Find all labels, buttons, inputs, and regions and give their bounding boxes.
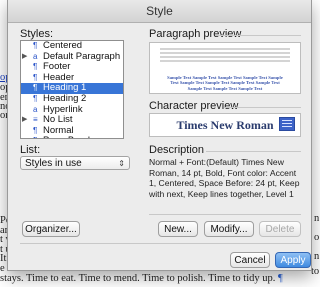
style-type-icon: ≡ bbox=[33, 115, 38, 125]
character-preview-text: Times New Roman bbox=[176, 118, 274, 132]
divider bbox=[215, 35, 301, 36]
style-type-icon: a bbox=[33, 51, 38, 61]
style-list-item-label: Centered bbox=[43, 40, 83, 51]
paragraph-preview-box: Sample Text Sample Text Sample Text Samp… bbox=[149, 42, 301, 94]
style-list-item-label: Hyperlink bbox=[43, 103, 83, 115]
style-type-icon: ¶ bbox=[33, 136, 43, 138]
style-list-item-label: No List bbox=[43, 114, 73, 126]
style-list-item-label: Footer bbox=[43, 61, 71, 73]
character-preview-box: Times New Roman bbox=[149, 113, 301, 137]
modify-style-button[interactable]: Modify... bbox=[204, 221, 254, 237]
style-type-icon: ¶ bbox=[33, 93, 38, 103]
style-list-item[interactable]: ¶Page Break bbox=[21, 135, 123, 138]
styles-list[interactable]: ¶ Centered ▶ a Default Paragraph Font ¶ Footer… bbox=[20, 40, 124, 139]
style-list-item-label: Header bbox=[43, 71, 75, 83]
cancel-button[interactable]: Cancel bbox=[230, 252, 270, 268]
divider bbox=[20, 243, 301, 244]
style-list-item-label: Default Paragraph Font bbox=[43, 50, 123, 62]
list-label: List: bbox=[20, 144, 41, 156]
organizer-button[interactable]: Organizer... bbox=[22, 221, 80, 237]
list-filter-select[interactable]: Styles in use ⇕ bbox=[20, 156, 130, 170]
pilcrow-icon: ¶ bbox=[278, 273, 283, 284]
apply-button[interactable]: Apply bbox=[275, 252, 311, 268]
doc-fragment: n bbox=[314, 213, 320, 224]
style-type-icon: ¶ bbox=[33, 72, 38, 82]
style-list-item-label: Heading 1 bbox=[43, 82, 87, 94]
delete-style-button[interactable]: Delete bbox=[259, 221, 301, 237]
new-style-button[interactable]: New... bbox=[158, 221, 198, 237]
divider bbox=[149, 214, 301, 215]
divider bbox=[224, 107, 301, 108]
select-chevron-icon: ⇕ bbox=[118, 159, 125, 168]
doc-last-line: stays. Time to eat. Time to mend. Time t… bbox=[0, 273, 320, 284]
divider bbox=[206, 151, 301, 152]
paragraph-preview-label: Paragraph preview bbox=[149, 28, 242, 40]
style-type-icon: ¶ bbox=[33, 41, 38, 50]
character-preview-label: Character preview bbox=[149, 100, 239, 112]
style-dialog: Style Styles: ¶ Centered ▶ a Default Paragra… bbox=[7, 0, 312, 271]
disclosure-triangle-icon[interactable]: ▶ bbox=[22, 115, 27, 126]
preview-heading-sample: Sample Text Sample Text Sample Text Samp… bbox=[167, 75, 283, 91]
style-list-item[interactable]: ▶ a Default Paragraph Font bbox=[21, 50, 123, 63]
dialog-title[interactable]: Style bbox=[8, 0, 311, 23]
styles-label: Styles: bbox=[20, 28, 54, 40]
description-label: Description bbox=[149, 144, 205, 156]
doc-fragment: o bbox=[314, 232, 320, 243]
doc-fragment: n bbox=[314, 251, 320, 262]
style-list-item-label: Heading 2 bbox=[43, 92, 87, 104]
list-filter-value: Styles in use bbox=[25, 158, 82, 169]
style-type-icon: ¶ bbox=[33, 125, 38, 135]
disclosure-triangle-icon[interactable]: ▶ bbox=[22, 52, 27, 63]
style-list-item-label: Page Break bbox=[43, 135, 93, 138]
style-list-item-label: Normal bbox=[43, 124, 74, 136]
preview-previous-paragraph-lines bbox=[160, 46, 290, 64]
doc-last-line-text: stays. Time to eat. Time to mend. Time t… bbox=[0, 273, 276, 284]
description-text: Normal + Font:(Default) Times New Roman,… bbox=[149, 157, 300, 199]
style-type-icon: a bbox=[33, 104, 38, 114]
style-type-icon: ¶ bbox=[33, 62, 38, 72]
paragraph-style-icon bbox=[279, 117, 295, 131]
style-type-icon: ¶ bbox=[33, 83, 38, 93]
